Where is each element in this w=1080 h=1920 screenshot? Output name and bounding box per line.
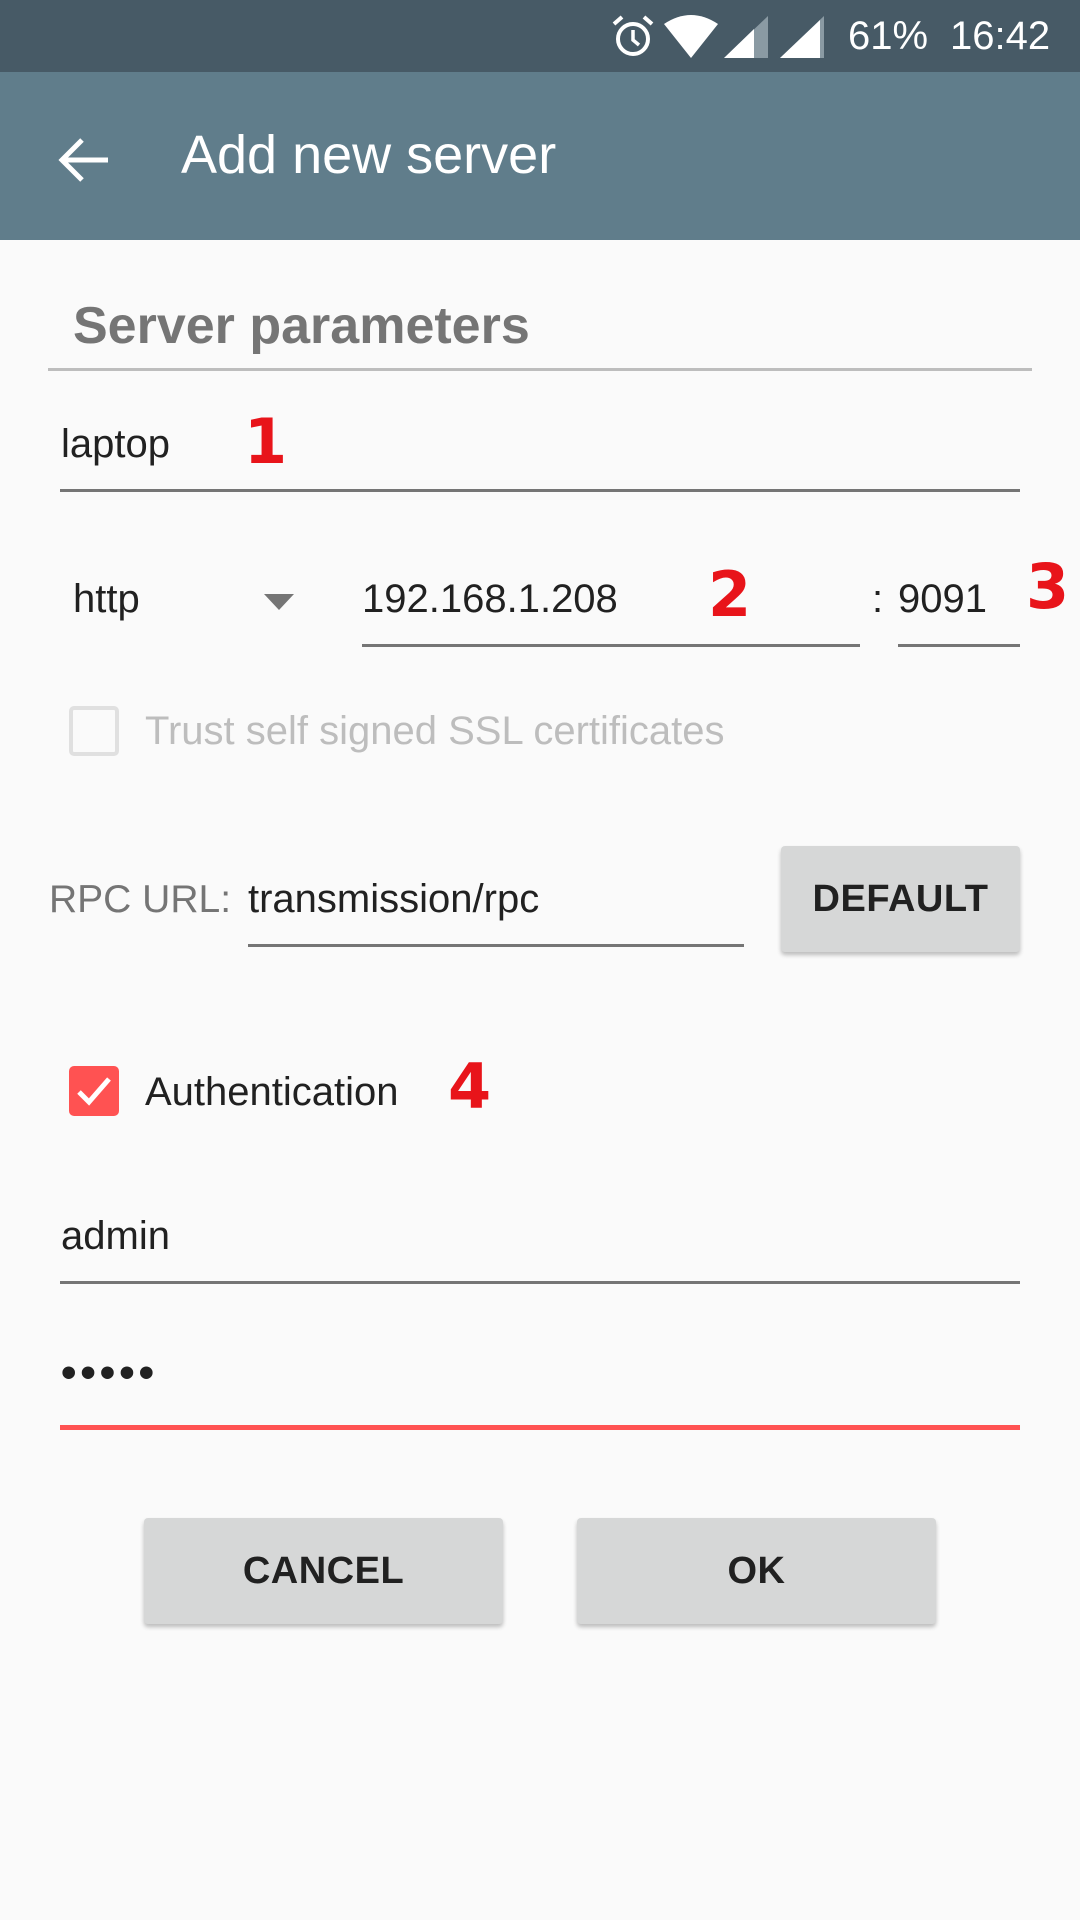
cancel-button[interactable]: CANCEL bbox=[144, 1518, 503, 1624]
checkbox-checked-icon bbox=[69, 1066, 119, 1116]
rpc-url-value: transmission/rpc bbox=[248, 877, 540, 921]
page-title: Add new server bbox=[181, 125, 557, 185]
checkbox-unchecked-icon bbox=[69, 706, 119, 756]
trust-ssl-checkbox[interactable]: Trust self signed SSL certificates bbox=[69, 706, 769, 760]
host-value: 192.168.1.208 bbox=[362, 577, 618, 621]
section-title: Server parameters bbox=[73, 297, 530, 355]
wifi-icon bbox=[664, 15, 718, 58]
arrow-back-icon[interactable] bbox=[58, 136, 110, 184]
annotation-2: 2 bbox=[708, 558, 752, 631]
annotation-1: 1 bbox=[244, 405, 288, 478]
username-input[interactable]: admin bbox=[60, 1202, 1020, 1284]
app-bar: Add new server bbox=[0, 72, 1080, 240]
server-name-input[interactable]: laptop bbox=[60, 410, 1020, 492]
authentication-checkbox[interactable]: Authentication bbox=[69, 1065, 429, 1119]
port-input[interactable]: 9091 bbox=[898, 565, 1020, 647]
password-value: ••••• bbox=[61, 1348, 159, 1397]
default-button[interactable]: DEFAULT bbox=[781, 846, 1020, 952]
clock: 16:42 bbox=[950, 14, 1051, 58]
port-separator: : bbox=[872, 577, 884, 621]
signal-icon bbox=[780, 16, 824, 58]
port-value: 9091 bbox=[898, 577, 987, 621]
dropdown-arrow-icon bbox=[264, 594, 294, 610]
battery-percent: 61% bbox=[848, 14, 929, 58]
alarm-icon bbox=[612, 15, 654, 56]
section-divider bbox=[48, 368, 1032, 371]
ok-button[interactable]: OK bbox=[577, 1518, 936, 1624]
protocol-value: http bbox=[73, 577, 140, 621]
signal-icon bbox=[724, 16, 768, 58]
password-input[interactable]: ••••• bbox=[60, 1340, 1020, 1430]
annotation-3: 3 bbox=[1026, 550, 1070, 623]
rpc-url-label: RPC URL: bbox=[49, 878, 232, 921]
rpc-url-input[interactable]: transmission/rpc bbox=[248, 865, 744, 947]
server-name-value: laptop bbox=[61, 422, 170, 466]
authentication-label: Authentication bbox=[145, 1070, 399, 1114]
username-value: admin bbox=[61, 1214, 170, 1258]
status-bar: 61% 16:42 bbox=[0, 0, 1080, 72]
annotation-4: 4 bbox=[448, 1050, 492, 1123]
protocol-dropdown[interactable]: http bbox=[60, 565, 310, 640]
host-input[interactable]: 192.168.1.208 bbox=[362, 565, 860, 647]
trust-ssl-label: Trust self signed SSL certificates bbox=[145, 709, 725, 753]
